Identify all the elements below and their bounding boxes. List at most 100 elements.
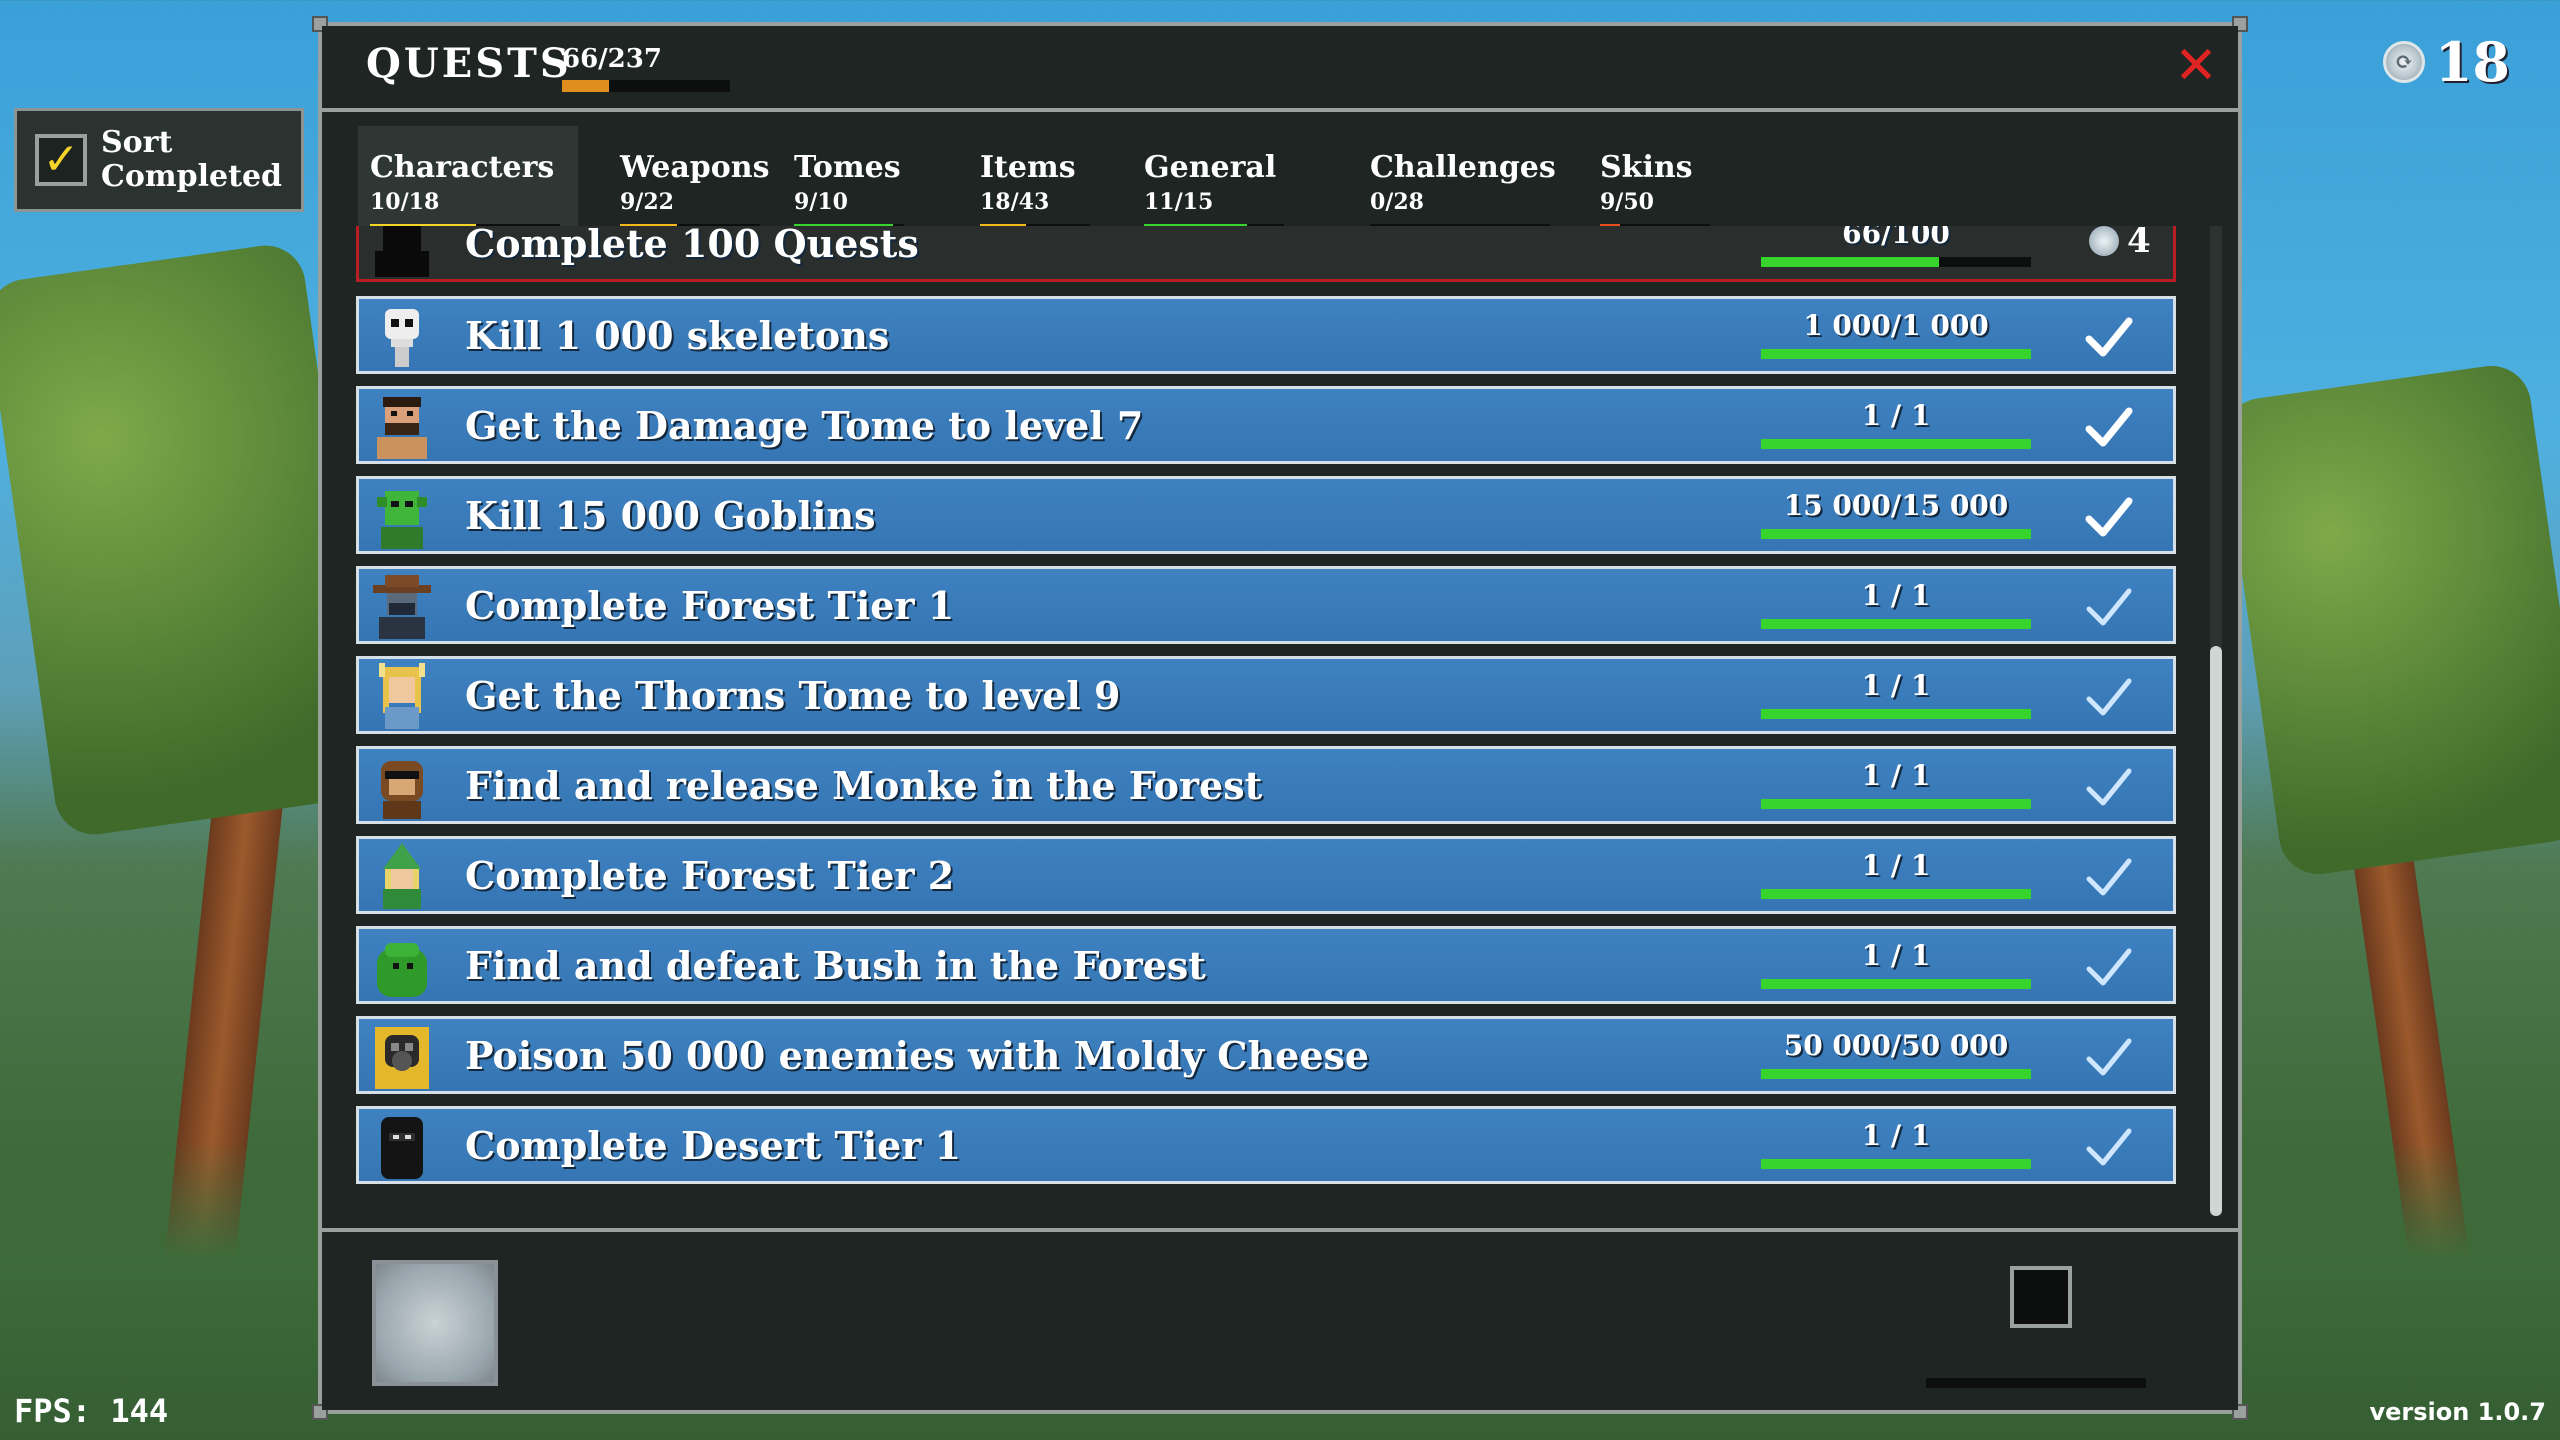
- quest-progress-text: 1 / 1: [1861, 1119, 1931, 1152]
- warrior-icon: [369, 393, 435, 459]
- tab-label: Skins: [1600, 150, 1693, 185]
- quest-progress-bar: [1761, 619, 2031, 629]
- quest-name: Complete 100 Quests: [465, 226, 919, 266]
- version-label: version 1.0.7: [2369, 1398, 2546, 1426]
- quest-row[interactable]: Get the Damage Tome to level 7 1 / 1: [356, 386, 2176, 464]
- tab-count: 0/28: [1370, 189, 1424, 215]
- quest-progress-bar: [1761, 889, 2031, 899]
- checkmark-icon: [2079, 1119, 2139, 1175]
- total-progress-text: 66/237: [562, 44, 662, 74]
- panel-title: QUESTS: [366, 40, 572, 87]
- sort-completed-label: Sort Completed: [101, 125, 283, 194]
- quest-progress-text: 50 000/50 000: [1783, 1029, 2009, 1062]
- quest-row[interactable]: Kill 1 000 skeletons 1 000/1 000: [356, 296, 2176, 374]
- fps-counter: FPS: 144: [14, 1392, 169, 1430]
- checkmark-icon: [2079, 759, 2139, 815]
- checkmark-icon: [2079, 669, 2139, 725]
- tab-label: Challenges: [1370, 150, 1556, 185]
- quest-reward-preview: [372, 1260, 498, 1386]
- checkmark-icon: ✓: [42, 134, 80, 185]
- quest-reward: 4: [2089, 226, 2151, 261]
- tab-label: General: [1144, 150, 1277, 185]
- quest-progress-bar: [1761, 709, 2031, 719]
- cowboy-icon: [369, 573, 435, 639]
- quests-panel: QUESTS 66/237 ✕ Characters 10/18 Weapons 9/…: [312, 16, 2248, 1420]
- tab-count: 9/10: [794, 189, 848, 215]
- checkmark-icon: [2079, 489, 2139, 545]
- quest-progress-bar: [1761, 529, 2031, 539]
- quest-row[interactable]: Kill 15 000 Goblins 15 000/15 000: [356, 476, 2176, 554]
- quest-progress-bar: [1761, 799, 2031, 809]
- quest-detail-area: [322, 1228, 2238, 1410]
- quest-progress-text: 15 000/15 000: [1783, 489, 2009, 522]
- total-progress-bar: [562, 80, 730, 92]
- quest-name: Complete Forest Tier 1: [465, 583, 955, 628]
- silver-coin-icon: [2089, 226, 2119, 256]
- quest-progress-text: 1 / 1: [1861, 759, 1931, 792]
- quest-name: Find and release Monke in the Forest: [465, 763, 1263, 808]
- viking-icon: [369, 663, 435, 729]
- currency-value: 18: [2434, 30, 2510, 94]
- tab-count: 10/18: [370, 189, 440, 215]
- bush-icon: [369, 933, 435, 999]
- monkey-icon: [369, 753, 435, 819]
- elf-icon: [369, 843, 435, 909]
- quest-detail-slot: [2010, 1266, 2072, 1328]
- quest-name: Get the Damage Tome to level 7: [465, 403, 1144, 448]
- checkmark-icon: [2079, 309, 2139, 365]
- quest-name: Complete Forest Tier 2: [465, 853, 955, 898]
- quest-progress-bar: [1761, 1159, 2031, 1169]
- sort-completed-checkbox[interactable]: ✓: [35, 134, 87, 186]
- tab-count: 11/15: [1144, 189, 1214, 215]
- quest-progress-text: 66/100: [1842, 226, 1950, 250]
- quest-detail-bar: [1926, 1378, 2146, 1388]
- quest-progress-text: 1 / 1: [1861, 579, 1931, 612]
- quest-list-scrollbar[interactable]: [2210, 226, 2222, 1216]
- panel-header: QUESTS 66/237 ✕: [322, 26, 2238, 112]
- tab-label: Characters: [370, 150, 555, 185]
- checkmark-icon: [2079, 579, 2139, 635]
- scrollbar-thumb[interactable]: [2210, 646, 2222, 1216]
- quest-progress-text: 1 / 1: [1861, 849, 1931, 882]
- quest-row[interactable]: Complete Forest Tier 1 1 / 1: [356, 566, 2176, 644]
- goblin-icon: [369, 483, 435, 549]
- quest-progress-bar: [1761, 439, 2031, 449]
- ninja-icon: [369, 1113, 435, 1179]
- quest-row[interactable]: Find and release Monke in the Forest 1 / …: [356, 746, 2176, 824]
- checkmark-icon: [2079, 939, 2139, 995]
- silver-coin-icon: ⟳: [2382, 41, 2425, 83]
- skeleton-icon: [369, 303, 435, 369]
- gas-mask-icon: [369, 1023, 435, 1089]
- close-icon: ✕: [2174, 36, 2218, 96]
- locked-silhouette-icon: [369, 226, 435, 277]
- quest-name: Complete Desert Tier 1: [465, 1123, 962, 1168]
- quest-progress-bar: [1761, 349, 2031, 359]
- quest-progress-bar: [1761, 979, 2031, 989]
- quest-progress-text: 1 / 1: [1861, 669, 1931, 702]
- tab-label: Weapons: [620, 150, 770, 185]
- quest-name: Poison 50 000 enemies with Moldy Cheese: [465, 1033, 1370, 1078]
- quest-row[interactable]: Get the Thorns Tome to level 9 1 / 1: [356, 656, 2176, 734]
- tab-count: 9/50: [1600, 189, 1654, 215]
- checkmark-icon: [2079, 1029, 2139, 1085]
- quest-row[interactable]: Find and defeat Bush in the Forest 1 / 1: [356, 926, 2176, 1004]
- quest-progress-text: 1 / 1: [1861, 939, 1931, 972]
- close-button[interactable]: ✕: [2174, 40, 2218, 92]
- tab-label: Items: [980, 150, 1076, 185]
- sort-completed-toggle[interactable]: ✓ Sort Completed: [14, 108, 304, 212]
- quest-row[interactable]: Poison 50 000 enemies with Moldy Cheese 5…: [356, 1016, 2176, 1094]
- quest-row[interactable]: Complete 100 Quests 66/100 4: [356, 226, 2176, 282]
- checkmark-icon: [2079, 849, 2139, 905]
- quest-progress-bar: [1761, 1069, 2031, 1079]
- checkmark-icon: [2079, 399, 2139, 455]
- quest-progress-text: 1 000/1 000: [1803, 309, 1989, 342]
- quest-row[interactable]: Complete Desert Tier 1 1 / 1: [356, 1106, 2176, 1184]
- quest-name: Kill 1 000 skeletons: [465, 313, 890, 358]
- quest-name: Get the Thorns Tome to level 9: [465, 673, 1121, 718]
- quest-name: Kill 15 000 Goblins: [465, 493, 876, 538]
- quest-row[interactable]: Complete Forest Tier 2 1 / 1: [356, 836, 2176, 914]
- quest-progress-bar: [1761, 257, 2031, 267]
- currency-display: ⟳ 18: [2382, 30, 2510, 94]
- quest-name: Find and defeat Bush in the Forest: [465, 943, 1206, 988]
- quest-progress-text: 1 / 1: [1861, 399, 1931, 432]
